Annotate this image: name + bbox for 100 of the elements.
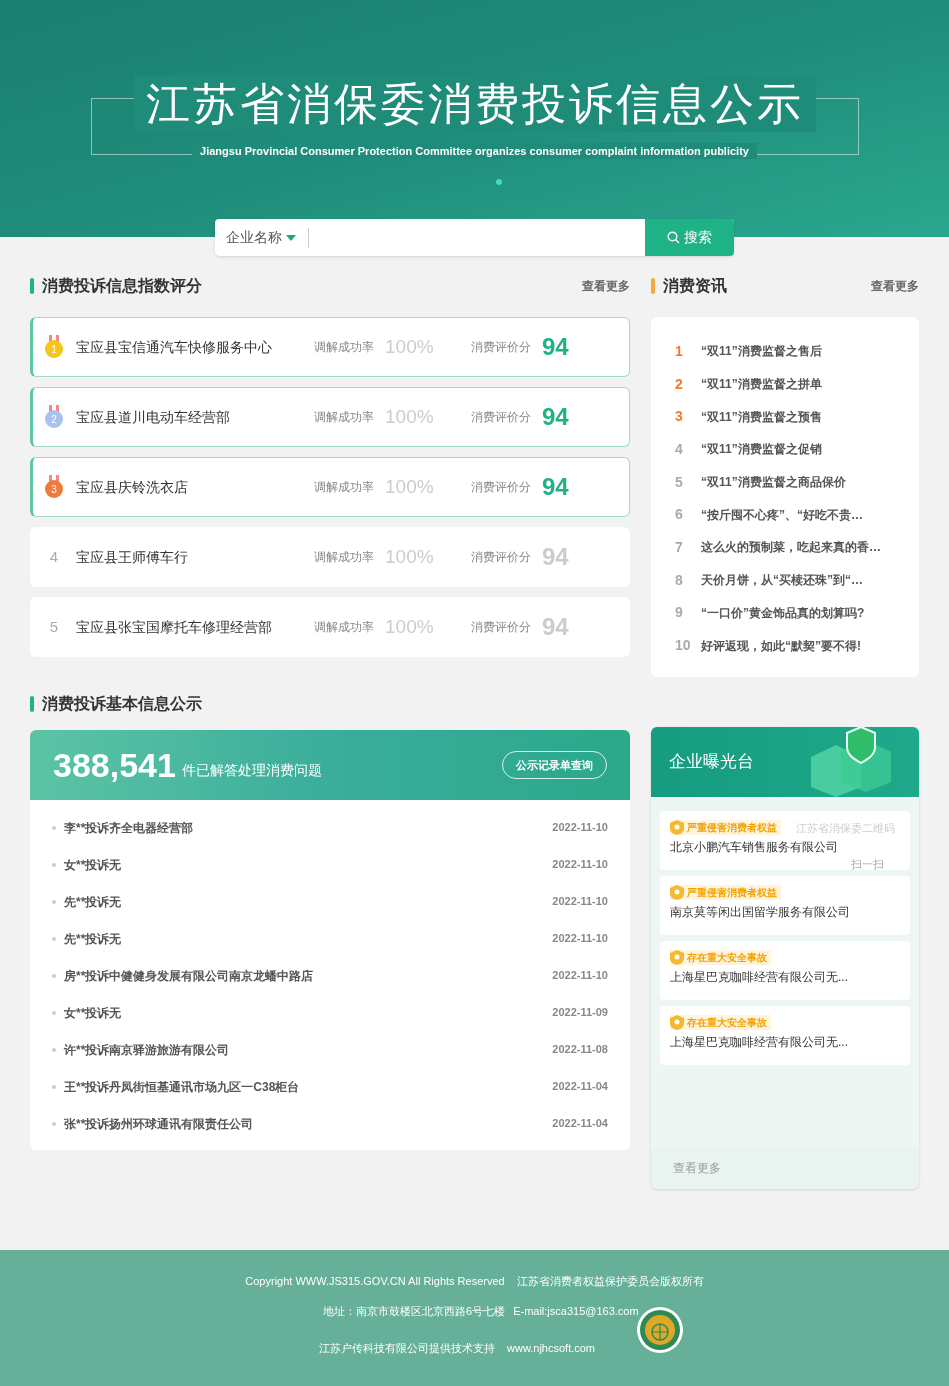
bullet-icon [52, 936, 56, 941]
news-number: 8 [675, 570, 684, 590]
exposed-company: 上海星巴克咖啡经营有限公司无... [670, 1034, 849, 1051]
bullet-icon [52, 1010, 56, 1015]
exposure-card[interactable]: 严重侵害消费者权益 南京莫等闲出国留学服务有限公司 [660, 876, 910, 935]
company-name: 宝应县王师傅车行 [76, 547, 189, 567]
more-link[interactable]: 查看更多 [582, 277, 630, 295]
rank-number: 4 [48, 546, 60, 567]
warning-tag: 严重侵害消费者权益 [670, 820, 781, 835]
complaint-link[interactable]: 房**投诉中健健身发展有限公司南京龙蟠中路店 [64, 966, 314, 985]
score-value: 94 [542, 332, 569, 362]
exposed-company: 北京小鹏汽车销售服务有限公司 [670, 839, 839, 856]
copyright-text: Copyright WWW.JS315.GOV.CN All Rights Reserved [245, 1274, 505, 1289]
news-link[interactable]: “双11”消费监督之商品保价 [701, 473, 846, 492]
news-link[interactable]: “双11”消费监督之拼单 [701, 375, 822, 394]
category-dropdown[interactable]: 企业名称 [215, 219, 308, 256]
complaint-link[interactable]: 王**投诉丹凤街恒基通讯市场九区一C38柜台 [64, 1077, 300, 1096]
news-number: 2 [675, 374, 684, 394]
rate-label: 调解成功率 [314, 619, 374, 636]
bullet-icon [52, 1047, 56, 1052]
exposure-card[interactable]: 存在重大安全事故 上海星巴克咖啡经营有限公司无... [660, 1006, 910, 1065]
email-text: E-mail:jsca315@163.com [513, 1304, 639, 1319]
score-value: 94 [542, 402, 569, 432]
section-marker [30, 696, 34, 712]
rank-number: 5 [48, 616, 60, 637]
news-number: 4 [675, 439, 684, 459]
news-link[interactable]: “双11”消费监督之预售 [701, 407, 822, 426]
shield-icon [670, 820, 684, 835]
complaint-link[interactable]: 许**投诉南京驿游旅游有限公司 [64, 1040, 230, 1059]
complaint-date: 2022-11-10 [552, 931, 608, 947]
company-name: 宝应县庆铃洗衣店 [76, 477, 189, 497]
complaint-date: 2022-11-08 [552, 1042, 608, 1058]
bullet-icon [52, 825, 56, 830]
caret-icon [286, 234, 296, 241]
rate-label: 调解成功率 [314, 409, 374, 426]
score-label: 消费评价分 [471, 479, 531, 496]
shield-icon [670, 950, 684, 965]
address-text: 地址：南京市鼓楼区北京西路6号七楼 [323, 1304, 506, 1319]
news-number: 10 [675, 636, 692, 656]
news-number: 6 [675, 505, 684, 525]
score-label: 消费评价分 [471, 409, 531, 426]
section-title: 消费投诉信息指数评分 [42, 276, 202, 296]
score-label: 消费评价分 [471, 549, 531, 566]
bullet-icon [52, 899, 56, 904]
exposed-company: 南京莫等闲出国留学服务有限公司 [670, 904, 851, 921]
company-name: 宝应县张宝国摩托车修理经营部 [76, 617, 273, 637]
bullet-icon [52, 862, 56, 867]
score-label: 消费评价分 [471, 339, 531, 356]
qr-hint: 扫一扫 [851, 857, 884, 872]
section-title: 消费投诉基本信息公示 [42, 694, 202, 714]
complaint-date: 2022-11-10 [552, 857, 608, 873]
complaint-date: 2022-11-09 [552, 1005, 608, 1021]
company-name: 宝应县道川电动车经营部 [76, 407, 231, 427]
search-icon [667, 231, 680, 244]
score-value: 94 [542, 472, 569, 502]
news-number: 3 [675, 407, 684, 427]
exposed-company: 上海星巴克咖啡经营有限公司无... [670, 969, 849, 986]
news-link[interactable]: 这么火的预制菜，吃起来真的香… [701, 538, 881, 557]
news-link[interactable]: “按斤囤不心疼”、“好吃不贵… [701, 505, 863, 524]
warning-tag: 严重侵害消费者权益 [670, 885, 781, 900]
banner-title: 江苏省消保委消费投诉信息公示 [133, 76, 816, 132]
count-label: 件已解答处理消费问题 [181, 760, 322, 780]
rate-label: 调解成功率 [314, 549, 374, 566]
news-number: 9 [675, 603, 684, 623]
complaint-date: 2022-11-04 [552, 1116, 608, 1132]
bullet-icon [52, 973, 56, 978]
bullet-icon [52, 1084, 56, 1089]
complaint-link[interactable]: 李**投诉齐全电器经营部 [64, 818, 194, 837]
news-number: 7 [675, 537, 684, 557]
shield-icon [670, 1015, 684, 1030]
section-marker [651, 278, 655, 294]
owner-text: 江苏省消费者权益保护委员会版权所有 [516, 1274, 704, 1289]
news-link[interactable]: 天价月饼，从“买椟还珠”到“… [701, 571, 863, 590]
exposure-card[interactable]: 存在重大安全事故 上海星巴克咖啡经营有限公司无... [660, 941, 910, 1000]
complaint-date: 2022-11-10 [552, 894, 608, 910]
complaint-date: 2022-11-10 [552, 968, 608, 984]
company-name: 宝应县宝信通汽车快修服务中心 [76, 337, 273, 357]
more-link[interactable]: 查看更多 [871, 277, 919, 295]
news-link[interactable]: “双11”消费监督之促销 [701, 440, 822, 459]
complaint-link[interactable]: 张**投诉扬州环球通讯有限责任公司 [64, 1114, 254, 1133]
news-link[interactable]: “双11”消费监督之售后 [701, 342, 822, 361]
news-link[interactable]: 好评返现，如此“默契”要不得! [701, 636, 861, 655]
news-link[interactable]: “一口价”黄金饰品真的划算吗? [701, 603, 865, 622]
warning-tag: 存在重大安全事故 [670, 950, 771, 965]
complaint-link[interactable]: 女**投诉无 [64, 855, 122, 874]
news-number: 1 [675, 341, 684, 361]
complaint-link[interactable]: 先**投诉无 [64, 929, 122, 948]
shield-icon [670, 885, 684, 900]
complaint-date: 2022-11-10 [552, 820, 608, 836]
complaint-link[interactable]: 女**投诉无 [64, 1003, 122, 1022]
bullet-icon [52, 1121, 56, 1126]
rate-label: 调解成功率 [314, 479, 374, 496]
warning-tag: 存在重大安全事故 [670, 1015, 771, 1030]
complaint-link[interactable]: 先**投诉无 [64, 892, 122, 911]
score-label: 消费评价分 [471, 619, 531, 636]
news-number: 5 [675, 472, 684, 492]
support-text: 江苏户传科技有限公司提供技术支持 [319, 1341, 495, 1356]
banner-subtitle: Jiangsu Provincial Consumer Protection Committee organizes consumer complaint information publicity [192, 143, 757, 159]
complaint-date: 2022-11-04 [552, 1079, 608, 1095]
complaint-count: 388,541 [53, 744, 176, 786]
